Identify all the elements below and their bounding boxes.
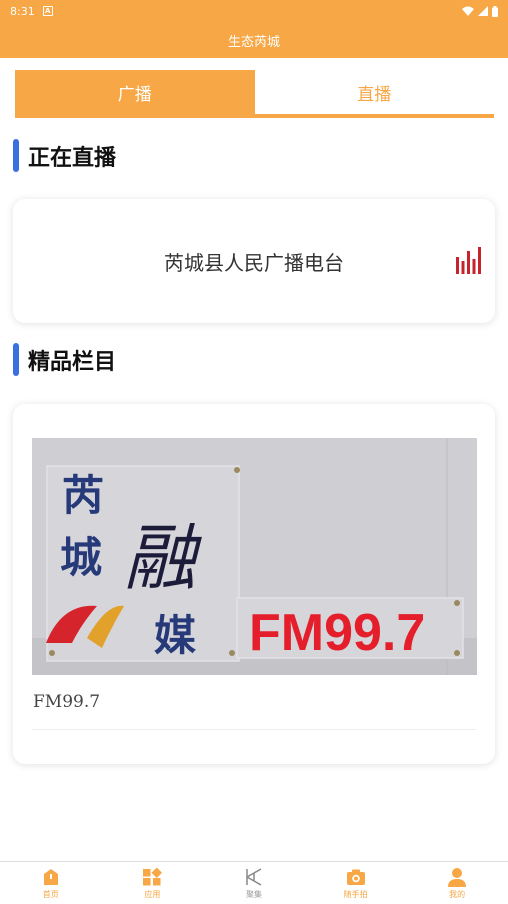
signal-icon <box>478 6 488 16</box>
equalizer-icon <box>456 247 481 274</box>
program-image-text: 芮 <box>62 472 104 519</box>
tab-live[interactable]: 直播 <box>254 70 494 114</box>
nav-label: 随手拍 <box>343 890 368 899</box>
tab-broadcast[interactable]: 广播 <box>15 70 255 114</box>
app-bar: 生态芮城 <box>0 22 508 58</box>
camera-icon <box>346 869 365 885</box>
nav-label: 聚集 <box>245 890 262 899</box>
status-icons <box>462 5 498 17</box>
program-card[interactable]: 芮 城 融 媒 FM99.7 FM99.7 <box>13 404 495 764</box>
gather-icon <box>246 868 262 886</box>
nav-apps[interactable]: 应用 <box>102 862 204 904</box>
section-accent-bar <box>13 343 19 376</box>
notification-icon: A <box>42 6 53 16</box>
featured-section-title: 精品栏目 <box>28 348 117 375</box>
program-image-text: 融 <box>124 516 202 600</box>
status-time: 8:31 <box>10 4 35 18</box>
home-icon <box>43 869 58 885</box>
wifi-icon <box>462 6 474 16</box>
live-station-name: 芮城县人民广播电台 <box>164 250 344 275</box>
program-image-text: 媒 <box>154 612 197 659</box>
section-accent-bar <box>13 139 19 172</box>
featured-section-heading: 精品栏目 <box>13 343 116 376</box>
status-bar: 8:31 A <box>0 0 508 22</box>
nav-label: 首页 <box>42 890 59 899</box>
nav-label: 应用 <box>144 890 161 899</box>
user-icon <box>448 868 467 887</box>
nav-camera[interactable]: 随手拍 <box>305 862 407 904</box>
program-cover-image[interactable]: 芮 城 融 媒 FM99.7 <box>32 438 477 675</box>
tab-bar: 广播 直播 <box>15 70 494 118</box>
nav-home[interactable]: 首页 <box>0 862 102 904</box>
program-image-frequency: FM99.7 <box>249 604 425 662</box>
live-section-heading: 正在直播 <box>13 139 116 172</box>
nav-profile[interactable]: 我的 <box>406 862 508 904</box>
nav-gather[interactable]: 聚集 <box>203 862 305 904</box>
nav-label: 我的 <box>449 890 466 899</box>
program-title: FM99.7 <box>33 692 101 712</box>
apps-icon <box>143 867 163 886</box>
live-section-title: 正在直播 <box>28 144 117 171</box>
app-title: 生态芮城 <box>227 34 280 50</box>
divider <box>32 729 476 730</box>
live-station-card[interactable]: 芮城县人民广播电台 <box>13 199 495 323</box>
battery-icon <box>492 5 498 17</box>
bottom-nav: 首页 应用 聚集 随手拍 我的 <box>0 861 508 904</box>
program-image-text: 城 <box>60 534 102 581</box>
